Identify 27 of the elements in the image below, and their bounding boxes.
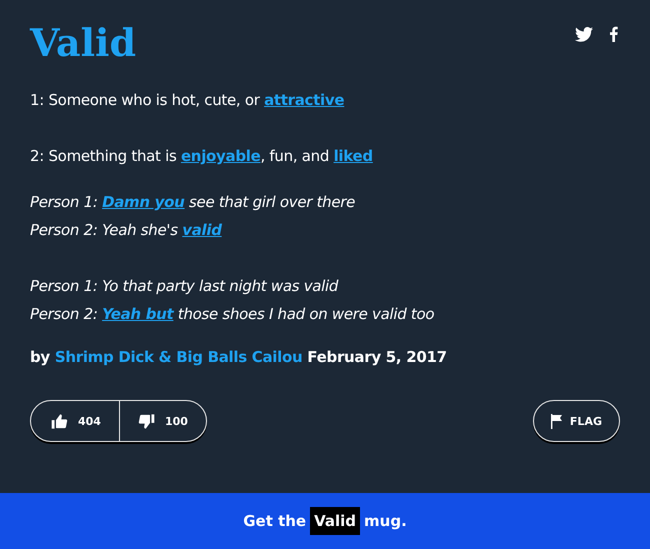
downvote-button[interactable]: 100 bbox=[120, 401, 206, 441]
facebook-icon[interactable] bbox=[609, 26, 618, 42]
example-line: Person 1: Damn you see that girl over there bbox=[30, 192, 356, 213]
example-line: Person 1: Yo that party last night was valid bbox=[30, 276, 340, 297]
word-link[interactable]: enjoyable bbox=[180, 147, 260, 165]
banner-text: mug. bbox=[364, 512, 407, 530]
mug-banner[interactable]: Get the Valid mug. bbox=[0, 493, 650, 549]
word-link[interactable]: valid bbox=[182, 221, 222, 239]
word-link[interactable]: attractive bbox=[264, 91, 344, 109]
definition-text: 1: Someone who is hot, cute, or attractive bbox=[30, 90, 346, 111]
banner-text: Get the bbox=[243, 512, 306, 530]
flag-button[interactable]: FLAG bbox=[532, 400, 620, 442]
thumbs-up-icon bbox=[51, 412, 68, 430]
word-title[interactable]: Valid bbox=[30, 20, 136, 66]
thumbs-down-icon bbox=[138, 412, 155, 430]
author-link[interactable]: Shrimp Dick & Big Balls Cailou bbox=[54, 348, 302, 366]
upvote-button[interactable]: 404 bbox=[31, 401, 120, 441]
highlighted-word: Valid bbox=[310, 507, 360, 535]
word-link[interactable]: Yeah but bbox=[102, 305, 174, 323]
definition-text: 2: Something that is enjoyable, fun, and liked bbox=[30, 146, 374, 167]
example-line: Person 2: Yeah but those shoes I had on were valid too bbox=[30, 304, 436, 325]
example-line: Person 2: Yeah she's valid bbox=[30, 220, 223, 241]
word-link[interactable]: liked bbox=[334, 147, 373, 165]
word-link[interactable]: Damn you bbox=[102, 193, 185, 211]
flag-icon bbox=[550, 414, 562, 428]
twitter-bird-icon[interactable] bbox=[575, 26, 593, 42]
byline: by Shrimp Dick & Big Balls Cailou February 5, 2017 bbox=[30, 348, 448, 366]
